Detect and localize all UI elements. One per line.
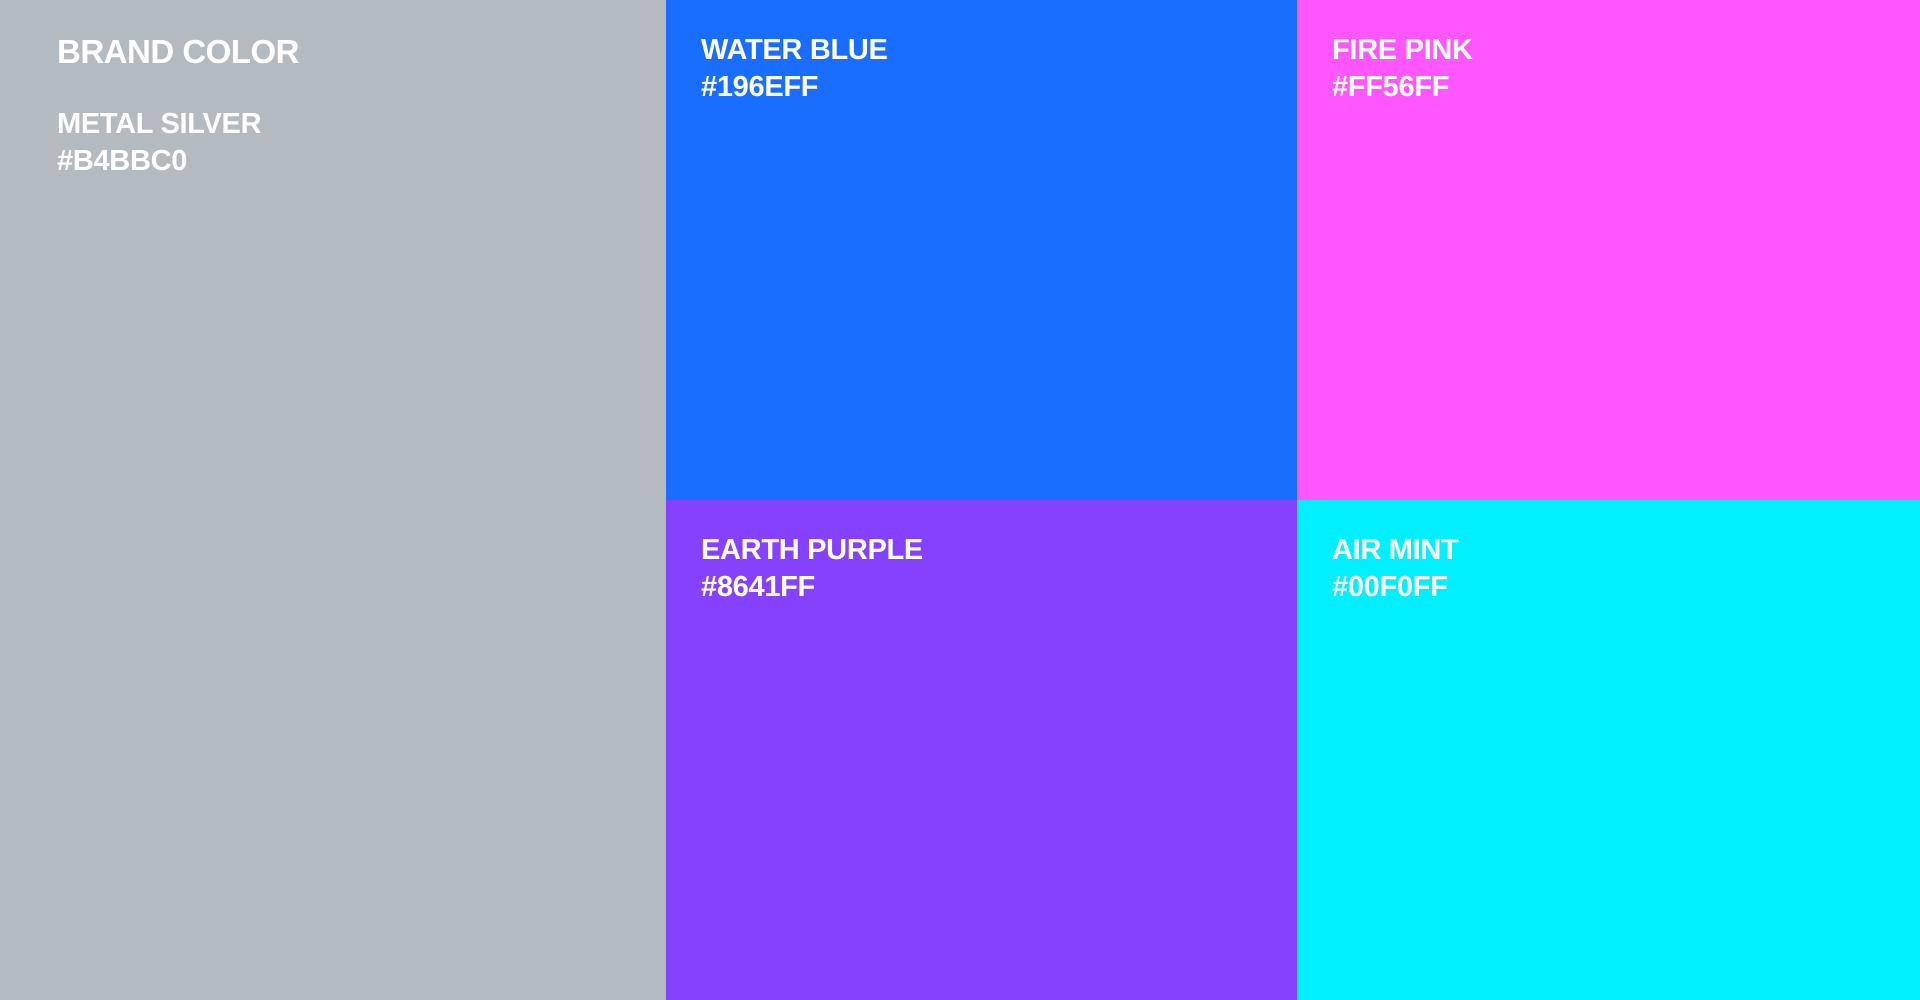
swatch-hex-code: #00F0FF bbox=[1332, 571, 1448, 603]
swatch-name: EARTH PURPLE bbox=[701, 534, 923, 566]
palette-heading: BRAND COLOR bbox=[57, 33, 299, 70]
swatch-name: AIR MINT bbox=[1332, 534, 1459, 566]
swatch-earth-purple: EARTH PURPLE #8641FF bbox=[666, 500, 1297, 1000]
swatch-name: WATER BLUE bbox=[701, 34, 888, 66]
swatch-name: FIRE PINK bbox=[1332, 34, 1473, 66]
swatch-fire-pink: FIRE PINK #FF56FF bbox=[1297, 0, 1920, 500]
swatch-hex-code: #196EFF bbox=[701, 71, 819, 103]
swatch-hex-code: #B4BBC0 bbox=[57, 145, 188, 177]
swatch-air-mint: AIR MINT #00F0FF bbox=[1297, 500, 1920, 1000]
swatch-metal-silver: BRAND COLOR METAL SILVER #B4BBC0 bbox=[0, 0, 666, 1000]
swatch-name: METAL SILVER bbox=[57, 108, 262, 140]
swatch-hex-code: #8641FF bbox=[701, 571, 815, 603]
swatch-hex-code: #FF56FF bbox=[1332, 71, 1450, 103]
swatch-water-blue: WATER BLUE #196EFF bbox=[666, 0, 1297, 500]
brand-color-palette: BRAND COLOR METAL SILVER #B4BBC0 WATER B… bbox=[0, 0, 1920, 1000]
